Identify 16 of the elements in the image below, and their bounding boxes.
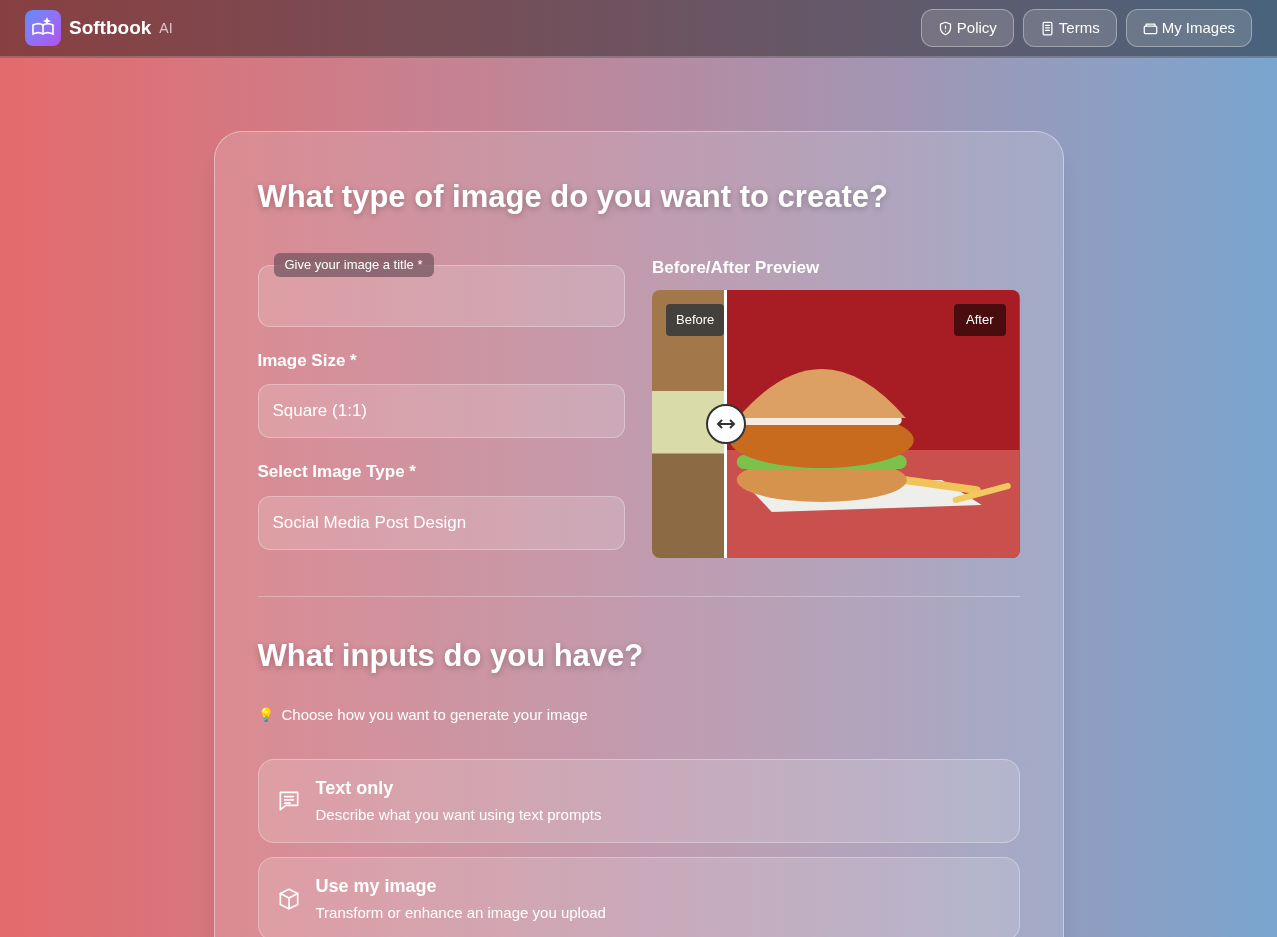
section-heading: What type of image do you want to create?: [257, 178, 889, 216]
nav-button[interactable]: Policy: [920, 9, 1014, 47]
shield-icon: [937, 20, 953, 36]
lightbulb-icon: 💡: [257, 705, 274, 725]
field-label: Image Size *: [257, 349, 358, 372]
hint-text: Choose how you want to generate your image: [281, 704, 588, 725]
field-label: Select Image Type *: [257, 461, 417, 483]
nav-button[interactable]: Terms: [1022, 9, 1117, 47]
brand-name: Softbook: [69, 15, 152, 40]
section-heading: What inputs do you have?: [257, 637, 645, 675]
nav-button[interactable]: My Images: [1125, 9, 1252, 47]
document-icon: [1039, 20, 1055, 36]
preview-label: Before/After Preview: [652, 256, 821, 279]
tray-icon: [1142, 20, 1158, 36]
brand-suffix: AI: [159, 19, 173, 38]
book-logo-icon: [25, 10, 61, 46]
